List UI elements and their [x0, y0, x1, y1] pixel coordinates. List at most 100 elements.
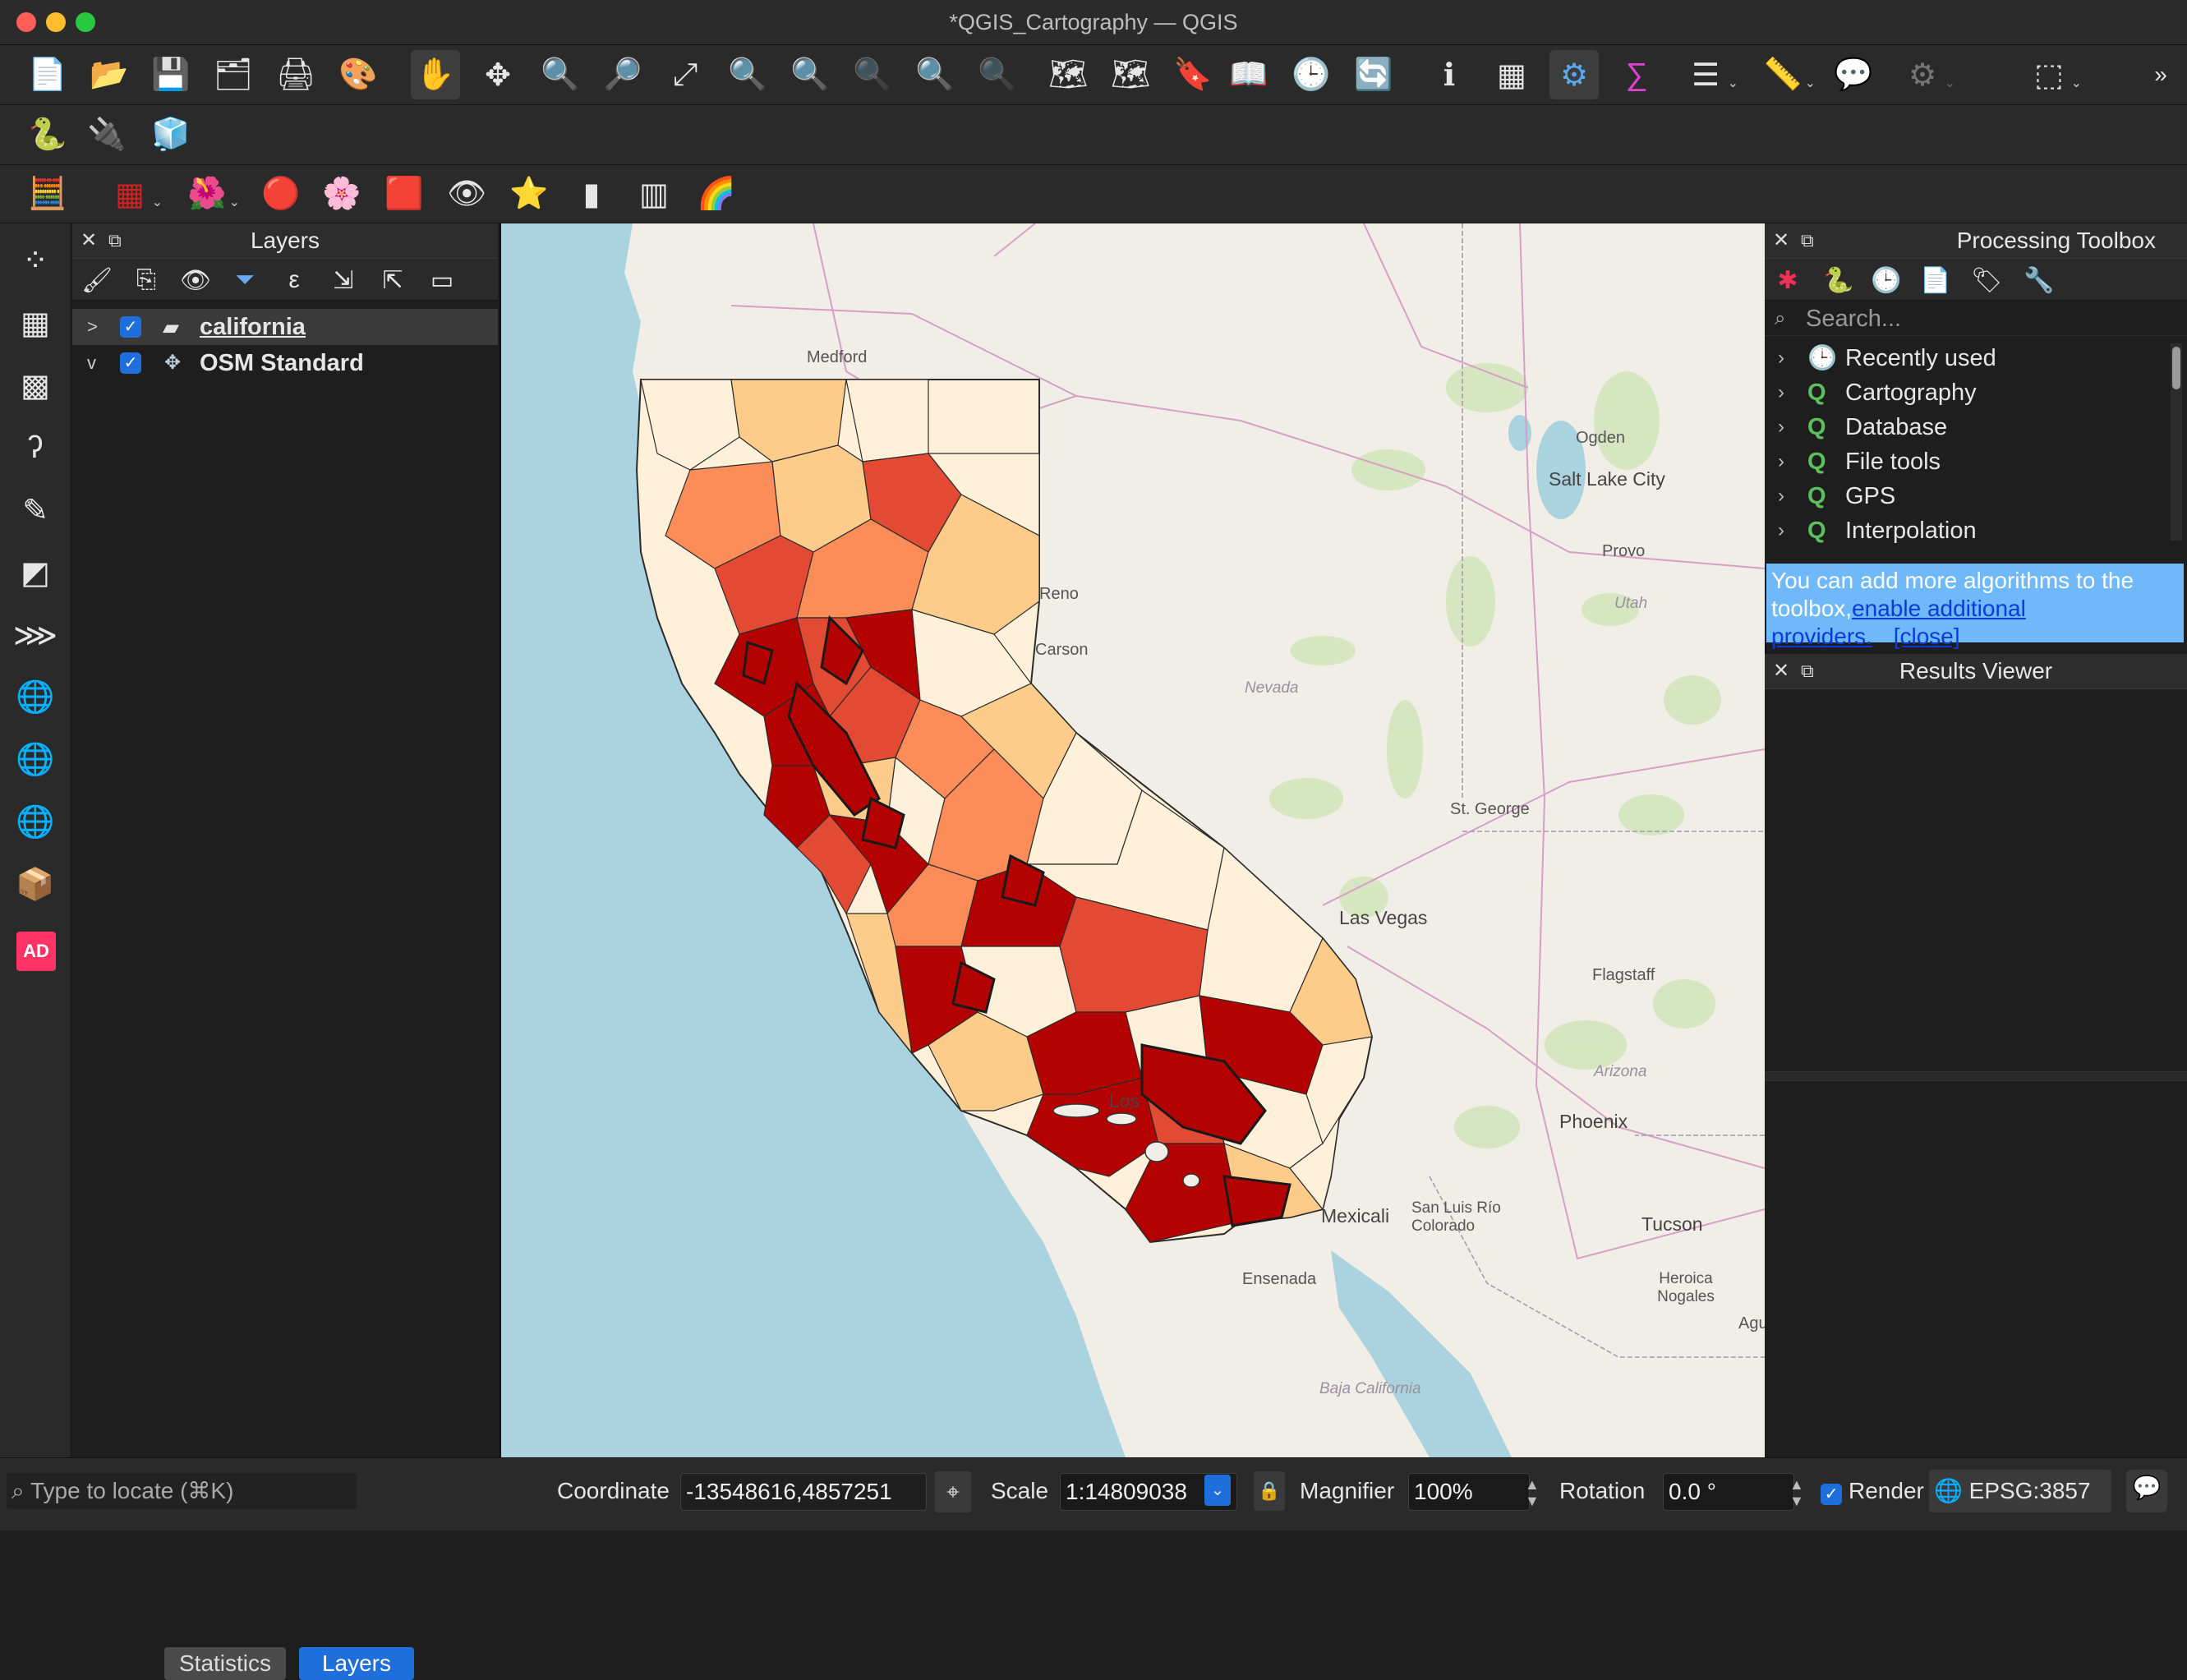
- provider-item[interactable]: › Q Interpolation: [1765, 513, 2187, 549]
- add-point-layer-icon[interactable]: ⁘: [10, 235, 61, 286]
- add-spatialite-icon[interactable]: ◩: [10, 547, 61, 598]
- provider-item[interactable]: › Q Cartography: [1765, 375, 2187, 411]
- scrollbar[interactable]: [2171, 343, 2182, 541]
- close-icon[interactable]: ✕: [1773, 654, 1789, 688]
- gradient-icon[interactable]: ▮: [567, 169, 616, 219]
- identify-icon[interactable]: ℹ: [1425, 50, 1474, 99]
- splitter-handle[interactable]: [1765, 1071, 2187, 1081]
- magnifier-field[interactable]: 100%: [1408, 1473, 1530, 1511]
- add-raster-icon[interactable]: ▦: [10, 297, 61, 348]
- add-delimited-text-icon[interactable]: ʔ: [10, 422, 61, 473]
- layer-item-osm[interactable]: v ✓ ✥ OSM Standard: [72, 345, 498, 381]
- statistics-sum-icon[interactable]: ∑: [1612, 50, 1661, 99]
- expand-all-icon[interactable]: ⇲: [327, 264, 360, 297]
- open-project-icon[interactable]: 📂: [85, 50, 134, 99]
- results-icon[interactable]: 📄: [1919, 264, 1952, 297]
- add-group-icon[interactable]: ⎘: [130, 264, 163, 297]
- save-project-icon[interactable]: 💾: [146, 50, 196, 99]
- save-as-icon[interactable]: 🗂: [209, 50, 258, 99]
- style-layer-icon[interactable]: 🖌: [81, 264, 113, 297]
- provider-item[interactable]: › 🕒 Recently used: [1765, 340, 2187, 376]
- pan-to-selection-icon[interactable]: ✥: [473, 50, 523, 99]
- close-icon[interactable]: ✕: [81, 223, 97, 258]
- remove-layer-icon[interactable]: ▭: [426, 264, 458, 297]
- layer-checkbox[interactable]: ✓: [120, 352, 141, 374]
- provider-item[interactable]: › Q GPS: [1765, 478, 2187, 514]
- zoom-full-icon[interactable]: ⤢: [661, 50, 710, 99]
- float-icon[interactable]: ⧉: [1801, 223, 1814, 258]
- tab-statistics[interactable]: Statistics: [164, 1647, 286, 1680]
- attribute-table-icon[interactable]: ▦: [1487, 50, 1536, 99]
- layer-item-california[interactable]: > ✓ ▰ california: [72, 309, 498, 345]
- add-mesh-icon[interactable]: ▩: [10, 360, 61, 411]
- zoom-native-icon[interactable]: 🔍: [848, 50, 897, 99]
- options-icon[interactable]: 🔧: [2023, 264, 2056, 297]
- scrollbar-thumb[interactable]: [2172, 347, 2180, 389]
- heatmap-icon[interactable]: 🌈: [692, 169, 741, 219]
- lock-icon[interactable]: 🔒: [1254, 1471, 1285, 1511]
- zoom-out-icon[interactable]: 🔎: [598, 50, 647, 99]
- rotation-field[interactable]: 0.0 °: [1663, 1473, 1794, 1511]
- search-input[interactable]: ⌕ Search...: [1765, 302, 2187, 336]
- new-3d-view-icon[interactable]: 🗺: [1106, 50, 1155, 99]
- zoom-last-icon[interactable]: 🔍: [910, 50, 960, 99]
- show-bookmarks-icon[interactable]: 📖: [1224, 50, 1273, 99]
- qgis-layer-icon[interactable]: 🧊: [146, 110, 196, 159]
- filter-expression-icon[interactable]: ε: [278, 264, 311, 297]
- toolbar-overflow-icon[interactable]: »: [2136, 50, 2185, 99]
- processing-toolbox-icon[interactable]: ⚙: [1549, 50, 1599, 99]
- add-wfs-icon[interactable]: 🌐: [10, 734, 61, 785]
- messages-icon[interactable]: 💬: [2126, 1470, 2167, 1512]
- zoom-to-selection-icon[interactable]: 🔍: [723, 50, 772, 99]
- add-virtual-layer-icon[interactable]: ✎: [10, 485, 61, 536]
- edit-features-icon[interactable]: 🏷: [1970, 264, 2003, 297]
- python-console-icon[interactable]: 🐍: [23, 110, 72, 159]
- measure-icon[interactable]: 📏 ⌄: [1758, 50, 1816, 99]
- expand-icon[interactable]: >: [87, 309, 98, 345]
- collapse-icon[interactable]: v: [87, 345, 96, 381]
- add-wcs-icon[interactable]: 🌐: [10, 797, 61, 848]
- layer-checkbox[interactable]: ✓: [120, 316, 141, 338]
- spectrum-icon[interactable]: ▥: [629, 169, 679, 219]
- new-map-view-icon[interactable]: 🗺: [1043, 50, 1093, 99]
- close-banner-link[interactable]: [close]: [1894, 624, 1960, 649]
- annotation-icon[interactable]: 💬: [1829, 50, 1878, 99]
- ad-plugin-icon[interactable]: AD: [16, 932, 56, 971]
- star-icon[interactable]: ⭐: [504, 169, 554, 219]
- add-postgis-icon[interactable]: ⋙: [10, 610, 61, 660]
- temporal-controller-icon[interactable]: 🕒: [1287, 50, 1336, 99]
- toggle-extents-icon[interactable]: ⌖: [935, 1471, 971, 1512]
- add-gpx-icon[interactable]: 📦: [10, 859, 61, 910]
- history-icon[interactable]: 🕒: [1870, 264, 1903, 297]
- new-bookmark-icon[interactable]: 🔖: [1168, 50, 1218, 99]
- coordinate-field[interactable]: -13548616,4857251: [680, 1473, 927, 1511]
- tab-layers[interactable]: Layers: [299, 1647, 414, 1680]
- provider-item[interactable]: › Q Database: [1765, 409, 2187, 445]
- eye-icon[interactable]: 👁: [442, 169, 491, 219]
- new-project-icon[interactable]: 📄: [23, 50, 72, 99]
- scale-dropdown-icon[interactable]: ⌄: [1204, 1475, 1231, 1506]
- map-canvas[interactable]: Medford Ogden Salt Lake City Provo Utah …: [500, 223, 1766, 1457]
- locator-input[interactable]: ⌕ Type to locate (⌘K): [7, 1473, 357, 1509]
- refresh-icon[interactable]: 🔄: [1349, 50, 1398, 99]
- collapse-all-icon[interactable]: ⇱: [376, 264, 409, 297]
- scripts-icon[interactable]: 🐍: [1822, 264, 1855, 297]
- filter-icon[interactable]: ⏷: [228, 264, 261, 297]
- print-layout-icon[interactable]: 🖨: [271, 50, 320, 99]
- plugin-icon[interactable]: 🔌: [82, 110, 131, 159]
- visibility-icon[interactable]: 👁: [179, 264, 212, 297]
- rotation-spinner-icon[interactable]: ▲ ▼: [1789, 1476, 1804, 1509]
- open-table-icon[interactable]: ☰ ⌄: [1681, 50, 1738, 99]
- close-icon[interactable]: ✕: [1773, 223, 1789, 258]
- grid-icon[interactable]: ▦ ⌄: [105, 169, 163, 219]
- render-checkbox[interactable]: ✓: [1821, 1484, 1842, 1505]
- flower-icon[interactable]: 🌺 ⌄: [182, 169, 240, 219]
- float-icon[interactable]: ⧉: [108, 223, 122, 258]
- provider-item[interactable]: › Q File tools: [1765, 444, 2187, 480]
- pattern-icon[interactable]: 🔴: [256, 169, 306, 219]
- models-icon[interactable]: ✱: [1771, 264, 1804, 297]
- pan-icon[interactable]: ✋: [411, 50, 460, 99]
- settings-icon[interactable]: ⚙ ⌄: [1898, 50, 1955, 99]
- float-icon[interactable]: ⧉: [1801, 654, 1814, 688]
- providers-link[interactable]: providers.: [1771, 624, 1872, 649]
